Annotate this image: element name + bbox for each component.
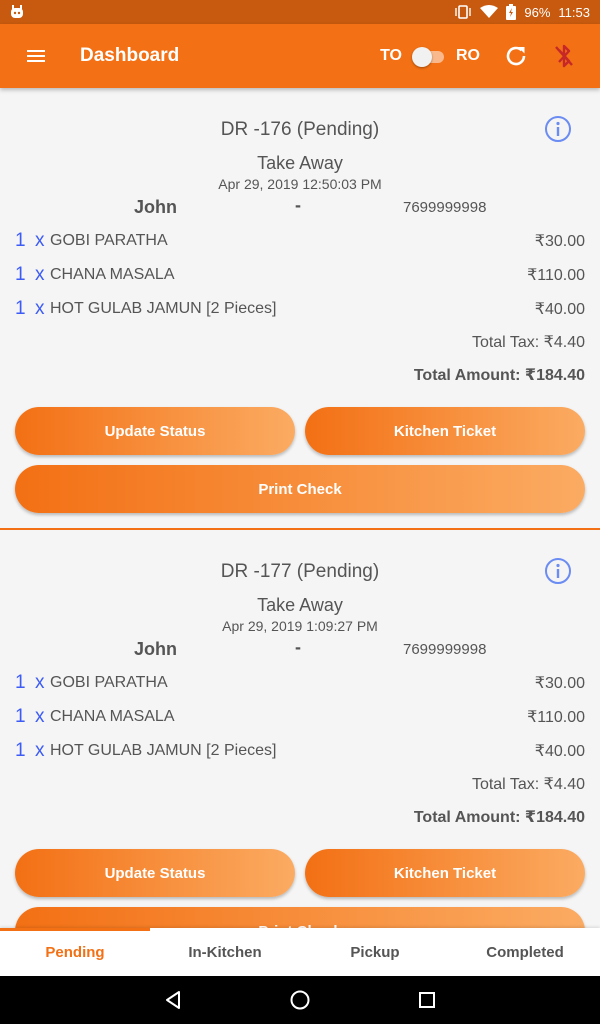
tab-pending[interactable]: Pending: [0, 928, 150, 976]
list-item: 1 x HOT GULAB JAMUN [2 Pieces] ₹40.00: [15, 734, 585, 768]
print-check-button[interactable]: Print Check: [15, 465, 585, 513]
item-price: ₹110.00: [527, 709, 585, 726]
item-name: CHANA MASALA: [50, 708, 175, 725]
item-price: ₹40.00: [534, 743, 585, 760]
kitchen-ticket-button[interactable]: Kitchen Ticket: [305, 849, 585, 897]
item-qty: 1: [15, 672, 26, 693]
bluetooth-disabled-icon: [555, 44, 573, 68]
back-button[interactable]: [149, 976, 197, 1024]
order-status-tabs: Pending In-Kitchen Pickup Completed: [0, 928, 600, 976]
order-card: DR -176 (Pending) Take Away Apr 29, 2019…: [0, 88, 600, 530]
orders-list[interactable]: DR -176 (Pending) Take Away Apr 29, 2019…: [0, 88, 600, 928]
info-icon[interactable]: [543, 114, 573, 144]
refresh-icon: [506, 46, 526, 66]
kitchen-ticket-button[interactable]: Kitchen Ticket: [305, 407, 585, 455]
list-item: 1 x CHANA MASALA ₹110.00: [15, 700, 585, 734]
order-id: DR -176 (Pending): [220, 119, 380, 140]
total-amount: Total Amount: ₹184.40: [413, 367, 585, 384]
item-name: GOBI PARATHA: [50, 674, 168, 691]
home-button[interactable]: [276, 976, 324, 1024]
clock: 11:53: [558, 4, 590, 20]
order-date: Apr 29, 2019 1:09:27 PM: [222, 618, 378, 634]
app-bar: Dashboard TO RO: [0, 24, 600, 88]
tab-in-kitchen[interactable]: In-Kitchen: [150, 928, 300, 976]
system-nav-bar: [0, 976, 600, 1024]
refresh-button[interactable]: [492, 32, 540, 80]
wifi-icon: [480, 5, 499, 18]
item-price: ₹40.00: [534, 301, 585, 318]
item-name: HOT GULAB JAMUN [2 Pieces]: [50, 742, 277, 759]
menu-icon: [27, 50, 45, 62]
recents-button[interactable]: [403, 976, 451, 1024]
recents-icon: [418, 992, 435, 1008]
to-ro-switch[interactable]: [412, 46, 446, 67]
item-qty: 1: [15, 264, 26, 285]
order-date: Apr 29, 2019 12:50:03 PM: [218, 176, 382, 192]
item-multiplier: x: [35, 672, 45, 693]
total-tax: Total Tax: ₹4.40: [471, 776, 585, 793]
update-status-button[interactable]: Update Status: [15, 849, 295, 897]
order-card: DR -177 (Pending) Take Away Apr 29, 2019…: [0, 530, 600, 928]
item-name: HOT GULAB JAMUN [2 Pieces]: [50, 300, 277, 317]
customer-phone: 7699999998: [403, 199, 487, 216]
menu-button[interactable]: [0, 24, 72, 88]
customer-row: John - 7699999998: [15, 194, 585, 224]
system-status-bar: 96% 11:53: [0, 0, 600, 24]
customer-name: John: [134, 197, 177, 217]
tab-completed[interactable]: Completed: [450, 928, 600, 976]
item-name: CHANA MASALA: [50, 266, 175, 283]
toggle-right-label: RO: [456, 47, 480, 64]
item-multiplier: x: [35, 706, 45, 727]
tab-pickup[interactable]: Pickup: [300, 928, 450, 976]
item-price: ₹30.00: [534, 675, 585, 692]
print-check-button[interactable]: Print Check: [15, 907, 585, 928]
item-qty: 1: [15, 740, 26, 761]
back-icon: [166, 991, 181, 1009]
item-price: ₹110.00: [527, 267, 585, 284]
item-multiplier: x: [35, 230, 45, 251]
bluetooth-button[interactable]: [540, 32, 588, 80]
total-amount: Total Amount: ₹184.40: [413, 809, 585, 826]
total-tax: Total Tax: ₹4.40: [471, 334, 585, 351]
list-item: 1 x GOBI PARATHA ₹30.00: [15, 224, 585, 258]
android-notification-icon: [11, 5, 23, 18]
home-icon: [290, 990, 310, 1010]
item-qty: 1: [15, 706, 26, 727]
order-id: DR -177 (Pending): [220, 561, 380, 582]
item-multiplier: x: [35, 740, 45, 761]
update-status-button[interactable]: Update Status: [15, 407, 295, 455]
page-title: Dashboard: [80, 45, 180, 66]
list-item: 1 x CHANA MASALA ₹110.00: [15, 258, 585, 292]
customer-separator: -: [295, 195, 301, 215]
toggle-left-label: TO: [380, 47, 402, 64]
customer-row: John - 7699999998: [15, 636, 585, 666]
item-multiplier: x: [35, 264, 45, 285]
order-mode-toggle: TO RO: [380, 46, 480, 67]
vibrate-icon: [455, 5, 472, 19]
list-item: 1 x GOBI PARATHA ₹30.00: [15, 666, 585, 700]
item-name: GOBI PARATHA: [50, 232, 168, 249]
item-price: ₹30.00: [534, 233, 585, 250]
battery-icon: [506, 4, 517, 20]
item-multiplier: x: [35, 298, 45, 319]
customer-phone: 7699999998: [403, 641, 487, 658]
item-qty: 1: [15, 298, 26, 319]
info-icon[interactable]: [543, 556, 573, 586]
customer-name: John: [134, 639, 177, 659]
item-qty: 1: [15, 230, 26, 251]
list-item: 1 x HOT GULAB JAMUN [2 Pieces] ₹40.00: [15, 292, 585, 326]
battery-percent: 96%: [524, 4, 551, 20]
customer-separator: -: [295, 637, 301, 657]
